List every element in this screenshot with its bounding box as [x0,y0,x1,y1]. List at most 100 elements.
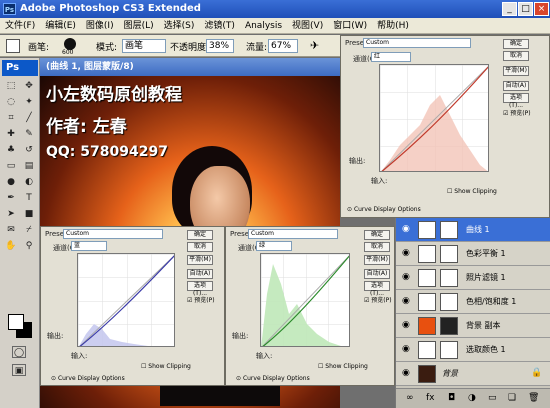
menu-filter[interactable]: 滤镜(T) [199,18,240,34]
menu-analysis[interactable]: Analysis [240,18,287,34]
path-select-icon[interactable]: ➤ [4,208,18,220]
menu-image[interactable]: 图像(I) [81,18,119,34]
screen-mode-icon[interactable]: ▣ [12,364,26,376]
notes-tool-icon[interactable]: ✉ [4,224,18,236]
menu-file[interactable]: 文件(F) [0,18,40,34]
cancel-button[interactable]: 取消 [503,51,529,61]
preset-select[interactable]: Custom [248,229,338,239]
layer-mask-thumb[interactable] [440,293,458,311]
airbrush-icon[interactable]: ✈ [310,39,324,53]
eye-icon[interactable]: ◉ [402,344,412,354]
stamp-tool-icon[interactable]: ♣ [4,144,18,156]
layer-mask-thumb[interactable] [440,341,458,359]
maximize-button[interactable]: □ [518,2,533,16]
trash-icon[interactable]: 🗑 [528,393,539,403]
show-clipping-checkbox[interactable]: ☐ Show Clipping [141,363,191,370]
menu-edit[interactable]: 编辑(E) [40,18,81,34]
layer-row[interactable]: ◉ 背景 副本 [396,314,550,338]
layer-mask-thumb[interactable] [440,221,458,239]
channel-select[interactable]: 红 [371,52,411,62]
move-tool-icon[interactable]: ✥ [22,80,36,92]
pen-tool-icon[interactable]: ✒ [4,192,18,204]
layer-mask-thumb[interactable] [440,317,458,335]
menu-layer[interactable]: 图层(L) [119,18,159,34]
options-button[interactable]: 选项(T)... [364,281,390,297]
curve-graph-green[interactable] [260,253,350,347]
layer-row[interactable]: ◉ 色彩平衡 1 [396,242,550,266]
layer-row[interactable]: ◉ 选取颜色 1 [396,338,550,362]
hand-tool-icon[interactable]: ✋ [4,240,18,252]
ok-button[interactable]: 确定 [187,230,213,240]
layer-row[interactable]: ◉ 曲线 1 [396,218,550,242]
adjustment-icon[interactable]: ◑ [468,393,476,403]
marquee-tool-icon[interactable]: ⬚ [4,80,18,92]
type-tool-icon[interactable]: T [22,192,36,204]
new-layer-icon[interactable]: ❏ [508,393,516,403]
eye-icon[interactable]: ◉ [402,296,412,306]
menu-select[interactable]: 选择(S) [159,18,200,34]
preview-checkbox[interactable]: ☑ 预览(P) [503,108,531,117]
curve-graph-blue[interactable] [77,253,175,347]
show-clipping-checkbox[interactable]: ☐ Show Clipping [318,363,368,370]
folder-icon[interactable]: ▭ [488,393,497,403]
channel-select[interactable]: 绿 [256,241,292,251]
link-icon[interactable]: ∞ [406,393,414,403]
eye-icon[interactable]: ◉ [402,224,412,234]
healing-tool-icon[interactable]: ✚ [4,128,18,140]
auto-button[interactable]: 自动(A) [503,81,529,91]
cancel-button[interactable]: 取消 [187,242,213,252]
auto-button[interactable]: 自动(A) [364,269,390,279]
layer-row[interactable]: ◉ 色相/饱和度 1 [396,290,550,314]
quick-mask-icon[interactable]: ◯ [12,346,26,358]
preset-select[interactable]: Custom [63,229,163,239]
curve-display-toggle[interactable]: ⊙ Curve Display Options [347,206,421,213]
foreground-color-swatch[interactable] [8,314,24,330]
brush-tool-icon-2[interactable]: ✎ [22,128,36,140]
flow-input[interactable]: 67% [268,39,298,53]
eye-icon[interactable]: ◉ [402,272,412,282]
shape-tool-icon[interactable]: ■ [22,208,36,220]
menu-window[interactable]: 窗口(W) [328,18,372,34]
smooth-button[interactable]: 平滑(M) [503,66,529,76]
smooth-button[interactable]: 平滑(M) [187,255,213,265]
layer-row[interactable]: ◉ 照片滤镜 1 [396,266,550,290]
options-button[interactable]: 选项(T)... [187,281,213,297]
preview-checkbox[interactable]: ☑ 预览(P) [364,295,392,304]
show-clipping-checkbox[interactable]: ☐ Show Clipping [447,188,497,195]
auto-button[interactable]: 自动(A) [187,269,213,279]
layer-mask-thumb[interactable] [440,269,458,287]
minimize-button[interactable]: _ [502,2,517,16]
layer-row[interactable]: ◉ 背景 🔒 [396,362,550,386]
menu-help[interactable]: 帮助(H) [372,18,414,34]
dodge-tool-icon[interactable]: ◐ [22,176,36,188]
history-brush-icon[interactable]: ↺ [22,144,36,156]
blur-tool-icon[interactable]: ● [4,176,18,188]
curve-display-toggle[interactable]: ⊙ Curve Display Options [51,375,125,382]
preview-checkbox[interactable]: ☑ 预览(P) [187,295,215,304]
curve-graph-red[interactable] [379,64,489,172]
preset-select[interactable]: Custom [363,38,471,48]
eye-icon[interactable]: ◉ [402,248,412,258]
close-button[interactable]: × [534,2,549,16]
eye-icon[interactable]: ◉ [402,320,412,330]
slice-tool-icon[interactable]: ╱ [22,112,36,124]
magic-wand-icon[interactable]: ✦ [22,96,36,108]
smooth-button[interactable]: 平滑(M) [364,255,390,265]
channel-select[interactable]: 蓝 [71,241,107,251]
layer-mask-thumb[interactable] [440,245,458,263]
curve-display-toggle[interactable]: ⊙ Curve Display Options [236,375,310,382]
mode-select[interactable]: 画笔 [122,39,166,53]
ok-button[interactable]: 确定 [503,39,529,49]
brush-tool-icon[interactable] [6,39,20,53]
cancel-button[interactable]: 取消 [364,242,390,252]
gradient-tool-icon[interactable]: ▤ [22,160,36,172]
mask-icon[interactable]: ◘ [448,393,455,403]
opacity-input[interactable]: 38% [206,39,234,53]
menu-view[interactable]: 视图(V) [287,18,328,34]
fx-icon[interactable]: fx [426,393,435,403]
lasso-tool-icon[interactable]: ◌ [4,96,18,108]
eyedropper-tool-icon[interactable]: ⌿ [22,224,36,236]
zoom-tool-icon[interactable]: ⚲ [22,240,36,252]
options-button[interactable]: 选项(T)... [503,93,529,109]
eraser-tool-icon[interactable]: ▭ [4,160,18,172]
